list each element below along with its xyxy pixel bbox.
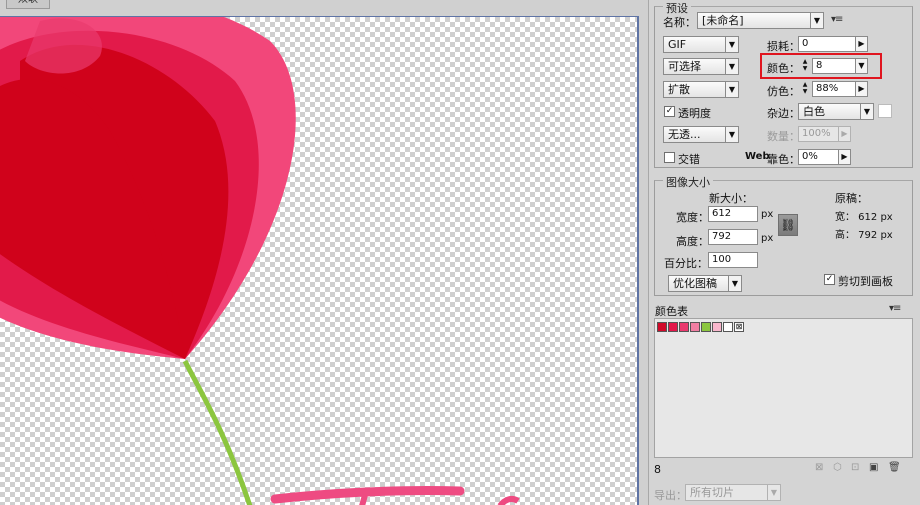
- color-table: ⊠: [654, 318, 913, 458]
- height-unit: px: [761, 233, 774, 244]
- colors-highlight-box: [760, 53, 882, 79]
- height-label: 高度：: [676, 235, 709, 248]
- preset-name-select[interactable]: [未命名] ▼: [697, 12, 824, 29]
- web-snap-value: 0%: [802, 151, 818, 162]
- matte-color-swatch[interactable]: [878, 104, 892, 118]
- percent-value: 100: [712, 254, 732, 265]
- resample-quality-select[interactable]: 优化图稿 ▼: [668, 275, 742, 292]
- transparency-checkbox[interactable]: ✓: [664, 106, 675, 117]
- width-value: 612: [712, 208, 732, 219]
- transparency-label: 透明度: [678, 107, 711, 120]
- color-swatch[interactable]: [723, 322, 733, 332]
- web-snap-label: 靠色：: [767, 153, 800, 166]
- new-color-icon[interactable]: ▣: [869, 462, 878, 473]
- original-width-text: 宽： 612 px: [835, 212, 893, 223]
- original-height-text: 高： 792 px: [835, 230, 893, 241]
- dither-algorithm-select[interactable]: 扩散 ▼: [663, 81, 739, 98]
- export-value: 所有切片: [690, 486, 734, 499]
- slider-arrow-icon[interactable]: ▶: [838, 150, 850, 164]
- lossy-value: 0: [802, 38, 809, 49]
- transparency-dither-select[interactable]: 无透... ▼: [663, 126, 739, 143]
- lossy-label: 损耗：: [767, 40, 800, 53]
- dither-label: 仿色：: [767, 85, 800, 98]
- color-count: 8: [654, 463, 661, 476]
- color-swatch[interactable]: [657, 322, 667, 332]
- preset-name-value: [未命名]: [702, 14, 744, 27]
- height-value: 792: [712, 231, 732, 242]
- web-snap-label-web: Web: [745, 151, 770, 162]
- color-swatch[interactable]: [679, 322, 689, 332]
- save-for-web-panel: 预设 名称： [未命名] ▼ ▾≡ GIF ▼ 损耗： 0 ▶ 可选择 ▼ 颜色…: [648, 0, 920, 505]
- dither-value: 88%: [816, 83, 839, 94]
- dropdown-arrow-icon: ▼: [767, 485, 780, 500]
- dropdown-arrow-icon: ▼: [728, 276, 741, 291]
- slider-arrow-icon: ▶: [838, 127, 850, 141]
- amount-field: 100% ▶: [798, 126, 851, 142]
- handwriting-stroke-2: [359, 494, 368, 505]
- clip-to-artboard-label: 剪切到画板: [838, 275, 893, 288]
- panel-menu-icon[interactable]: ▾≡: [889, 303, 901, 314]
- delete-color-icon[interactable]: 🗑: [888, 462, 901, 473]
- handwriting-stroke-3: [497, 495, 520, 505]
- tab-two-up[interactable]: 双联: [6, 0, 50, 9]
- color-reduction-value: 可选择: [668, 60, 701, 73]
- lock-color-icon[interactable]: ⊡: [851, 462, 859, 473]
- color-reduction-select[interactable]: 可选择 ▼: [663, 58, 739, 75]
- format-value: GIF: [668, 38, 687, 51]
- matte-label: 杂边：: [767, 107, 800, 120]
- original-size-label: 原稿：: [835, 192, 868, 205]
- dropdown-arrow-icon: ▼: [725, 37, 738, 52]
- dither-algorithm-value: 扩散: [668, 83, 690, 96]
- dropdown-arrow-icon: ▼: [810, 13, 823, 28]
- web-shift-icon[interactable]: ⬡: [833, 462, 842, 473]
- clip-to-artboard-checkbox[interactable]: ✓: [824, 274, 835, 285]
- color-swatch[interactable]: [701, 322, 711, 332]
- preview-area: 双联: [0, 0, 648, 505]
- color-swatch[interactable]: [712, 322, 722, 332]
- transparent-swatch[interactable]: ⊠: [734, 322, 744, 332]
- tulip-stem: [182, 359, 253, 505]
- link-chain-icon[interactable]: ⛓: [778, 214, 798, 236]
- map-to-transparent-icon[interactable]: ⊠: [815, 462, 823, 473]
- export-label: 导出：: [654, 489, 687, 502]
- image-size-group-title: 图像大小: [663, 174, 713, 190]
- width-field[interactable]: 612: [708, 206, 758, 222]
- export-select: 所有切片 ▼: [685, 484, 781, 501]
- new-size-label: 新大小：: [709, 192, 753, 205]
- height-field[interactable]: 792: [708, 229, 758, 245]
- transparency-dither-value: 无透...: [668, 128, 701, 141]
- width-unit: px: [761, 209, 774, 220]
- matte-select[interactable]: 白色 ▼: [798, 103, 874, 120]
- image-canvas[interactable]: [0, 16, 639, 505]
- amount-value: 100%: [802, 128, 831, 139]
- color-swatch[interactable]: [690, 322, 700, 332]
- dither-spinner-icon[interactable]: ▲ ▼: [800, 81, 810, 97]
- panel-menu-icon[interactable]: ▾≡: [831, 14, 843, 25]
- tulip-artwork: [0, 17, 520, 505]
- percent-label: 百分比：: [664, 257, 708, 270]
- preset-name-label: 名称：: [663, 16, 696, 29]
- width-label: 宽度：: [676, 211, 709, 224]
- dropdown-arrow-icon: ▼: [860, 104, 873, 119]
- percent-field[interactable]: 100: [708, 252, 758, 268]
- amount-label: 数量：: [767, 130, 800, 143]
- slider-arrow-icon[interactable]: ▶: [855, 82, 867, 96]
- format-select[interactable]: GIF ▼: [663, 36, 739, 53]
- color-swatch[interactable]: [668, 322, 678, 332]
- dropdown-arrow-icon: ▼: [725, 127, 738, 142]
- color-table-title: 颜色表: [655, 305, 688, 318]
- matte-value: 白色: [803, 105, 825, 118]
- interlace-label: 交错: [678, 153, 700, 166]
- slider-arrow-icon[interactable]: ▶: [855, 37, 867, 51]
- lossy-field[interactable]: 0 ▶: [798, 36, 868, 52]
- dropdown-arrow-icon: ▼: [725, 82, 738, 97]
- dither-field[interactable]: 88% ▶: [812, 81, 868, 97]
- web-snap-field[interactable]: 0% ▶: [798, 149, 851, 165]
- interlace-checkbox[interactable]: [664, 152, 675, 163]
- handwriting-stroke: [270, 485, 465, 504]
- dropdown-arrow-icon: ▼: [725, 59, 738, 74]
- resample-quality-value: 优化图稿: [673, 277, 717, 290]
